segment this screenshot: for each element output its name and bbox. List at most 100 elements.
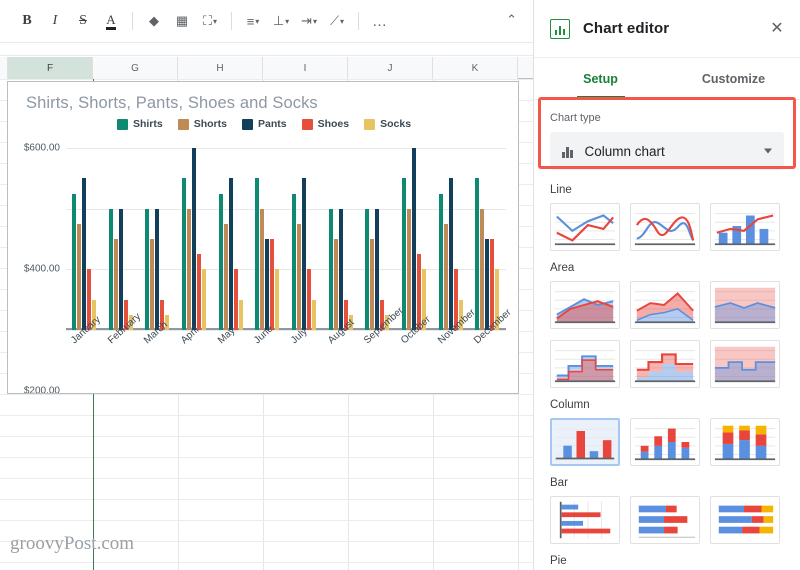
bar-group-september[interactable] bbox=[365, 208, 390, 330]
bar-shoes-december[interactable] bbox=[490, 239, 495, 330]
italic-icon[interactable]: I bbox=[42, 7, 68, 35]
legend-item-shorts[interactable]: Shorts bbox=[177, 118, 227, 130]
tab-setup[interactable]: Setup bbox=[534, 58, 667, 99]
bar-shirts-april[interactable] bbox=[182, 178, 186, 330]
bar-group-june[interactable] bbox=[255, 178, 280, 330]
vertical-align-icon[interactable]: ⊥ ▾ bbox=[268, 7, 294, 35]
embedded-chart[interactable]: Shirts, Shorts, Pants, Shoes and Socks S… bbox=[7, 81, 519, 394]
legend-item-socks[interactable]: Socks bbox=[364, 118, 411, 130]
thumb-combo-chart[interactable] bbox=[710, 203, 780, 251]
bar-pants-february[interactable] bbox=[118, 208, 123, 330]
bar-shoes-june[interactable] bbox=[270, 239, 275, 330]
bar-group-april[interactable] bbox=[182, 148, 206, 330]
close-icon[interactable]: ✕ bbox=[768, 20, 786, 38]
bar-shorts-december[interactable] bbox=[480, 208, 485, 330]
more-options-icon[interactable]: … bbox=[367, 7, 393, 35]
thumb-100-stacked-area-chart[interactable] bbox=[710, 281, 780, 329]
horizontal-align-icon[interactable]: ≡ ▾ bbox=[240, 7, 266, 35]
column-header-g[interactable]: G bbox=[93, 57, 178, 79]
legend-item-pants[interactable]: Pants bbox=[241, 118, 287, 130]
bar-group-may[interactable] bbox=[218, 178, 243, 330]
dropdown-caret-icon[interactable]: ▾ bbox=[255, 17, 259, 26]
bar-shorts-october[interactable] bbox=[407, 208, 411, 330]
thumb-100-stacked-bar-chart[interactable] bbox=[710, 496, 780, 544]
bar-pants-september[interactable] bbox=[375, 208, 380, 330]
thumb-line-chart[interactable] bbox=[550, 203, 620, 251]
bold-icon[interactable]: B bbox=[14, 7, 40, 35]
bar-shirts-march[interactable] bbox=[145, 208, 150, 330]
thumb-stacked-area-chart[interactable] bbox=[630, 281, 700, 329]
thumb-bar-chart[interactable] bbox=[550, 496, 620, 544]
dropdown-caret-icon[interactable]: ▾ bbox=[340, 17, 344, 26]
bar-pants-november[interactable] bbox=[448, 178, 453, 330]
bar-shirts-september[interactable] bbox=[365, 208, 370, 330]
bar-group-august[interactable] bbox=[328, 208, 353, 330]
bar-shorts-november[interactable] bbox=[443, 223, 448, 330]
legend-item-shirts[interactable]: Shirts bbox=[116, 118, 163, 130]
tab-customize[interactable]: Customize bbox=[667, 58, 800, 99]
bar-pants-january[interactable] bbox=[82, 178, 86, 330]
thumb-column-chart[interactable] bbox=[550, 418, 620, 466]
bar-pants-october[interactable] bbox=[412, 148, 416, 330]
strikethrough-icon[interactable]: S bbox=[70, 7, 96, 35]
dropdown-caret-icon[interactable]: ▾ bbox=[213, 17, 217, 26]
bar-shorts-march[interactable] bbox=[150, 239, 155, 330]
column-header-k[interactable]: K bbox=[433, 57, 518, 79]
bar-group-january[interactable] bbox=[72, 178, 96, 330]
bar-shorts-august[interactable] bbox=[333, 239, 338, 330]
bar-shirts-july[interactable] bbox=[292, 193, 296, 330]
bar-socks-may[interactable] bbox=[238, 299, 243, 330]
bar-pants-march[interactable] bbox=[155, 208, 160, 330]
bar-shirts-february[interactable] bbox=[108, 208, 113, 330]
bar-socks-july[interactable] bbox=[312, 299, 316, 330]
bar-shirts-may[interactable] bbox=[218, 193, 223, 330]
text-color-icon[interactable]: A bbox=[98, 7, 124, 35]
bar-group-february[interactable] bbox=[108, 208, 133, 330]
bar-shorts-april[interactable] bbox=[187, 208, 191, 330]
bar-shoes-april[interactable] bbox=[197, 254, 201, 330]
bar-shirts-june[interactable] bbox=[255, 178, 260, 330]
thumb-stepped-area-chart[interactable] bbox=[550, 340, 620, 388]
bar-shirts-august[interactable] bbox=[328, 208, 333, 330]
thumb-stacked-bar-chart[interactable] bbox=[630, 496, 700, 544]
dropdown-caret-icon[interactable]: ▾ bbox=[313, 17, 317, 26]
bar-socks-june[interactable] bbox=[275, 269, 280, 330]
bar-shirts-october[interactable] bbox=[402, 178, 406, 330]
bar-shorts-july[interactable] bbox=[297, 223, 301, 330]
bar-pants-july[interactable] bbox=[302, 178, 306, 330]
thumb-area-chart[interactable] bbox=[550, 281, 620, 329]
text-rotation-icon[interactable]: ⟋ ▾ bbox=[324, 7, 350, 35]
bar-shoes-july[interactable] bbox=[307, 269, 311, 330]
bar-pants-may[interactable] bbox=[228, 178, 233, 330]
bar-shirts-november[interactable] bbox=[438, 193, 443, 330]
thumb-100-stacked-column-chart[interactable] bbox=[710, 418, 780, 466]
bar-pants-december[interactable] bbox=[485, 239, 490, 330]
merge-cells-icon[interactable]: ⛶ ▾ bbox=[197, 7, 223, 35]
text-wrapping-icon[interactable]: ⇥ ▾ bbox=[296, 7, 322, 35]
bar-socks-april[interactable] bbox=[202, 269, 206, 330]
legend-item-shoes[interactable]: Shoes bbox=[301, 118, 349, 130]
fill-color-icon[interactable]: ◆ bbox=[141, 7, 167, 35]
bar-group-july[interactable] bbox=[292, 178, 316, 330]
column-header-j[interactable]: J bbox=[348, 57, 433, 79]
bar-shorts-september[interactable] bbox=[370, 239, 375, 330]
borders-icon[interactable]: ▦ bbox=[169, 7, 195, 35]
bar-shorts-january[interactable] bbox=[77, 223, 81, 330]
thumb-100-stacked-stepped-area-chart[interactable] bbox=[710, 340, 780, 388]
chart-type-select[interactable]: Column chart bbox=[550, 132, 784, 170]
collapse-toolbar-icon[interactable]: ⌃ bbox=[506, 12, 517, 28]
bar-pants-august[interactable] bbox=[338, 208, 343, 330]
bar-shoes-may[interactable] bbox=[233, 269, 238, 330]
dropdown-caret-icon[interactable]: ▾ bbox=[285, 17, 289, 26]
thumb-stacked-stepped-area-chart[interactable] bbox=[630, 340, 700, 388]
thumb-stacked-column-chart[interactable] bbox=[630, 418, 700, 466]
thumb-smooth-line-chart[interactable] bbox=[630, 203, 700, 251]
chevron-down-icon[interactable] bbox=[764, 148, 772, 154]
column-header-i[interactable]: I bbox=[263, 57, 348, 79]
bar-group-march[interactable] bbox=[145, 208, 170, 330]
column-header-h[interactable]: H bbox=[178, 57, 263, 79]
bar-shorts-february[interactable] bbox=[113, 239, 118, 330]
bar-pants-april[interactable] bbox=[192, 148, 196, 330]
bar-group-november[interactable] bbox=[438, 178, 463, 330]
bar-group-october[interactable] bbox=[402, 148, 426, 330]
